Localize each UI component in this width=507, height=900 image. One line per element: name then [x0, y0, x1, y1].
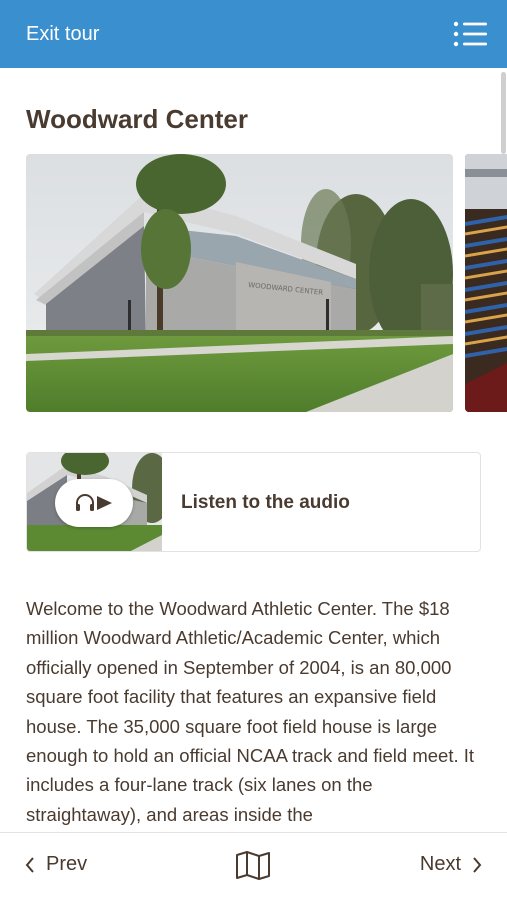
gallery-photo-arena[interactable]: [465, 154, 507, 412]
audio-thumbnail: [27, 453, 162, 551]
chevron-left-icon: [25, 856, 34, 873]
next-button[interactable]: Next: [420, 853, 483, 876]
top-bar: Exit tour: [0, 0, 507, 68]
play-audio-button[interactable]: [55, 479, 133, 527]
photo-gallery[interactable]: WOODWARD CENTER: [26, 154, 507, 412]
bottom-nav: Prev Next: [0, 832, 507, 900]
headphones-play-icon: [76, 494, 112, 511]
prev-button[interactable]: Prev: [24, 853, 87, 876]
page-title: Woodward Center: [26, 104, 248, 134]
exit-tour-button[interactable]: Exit tour: [26, 23, 99, 46]
audio-label[interactable]: Listen to the audio: [181, 492, 350, 514]
description-text: Welcome to the Woodward Athletic Center.…: [26, 598, 475, 825]
scrollbar-thumb[interactable]: [501, 72, 506, 154]
prev-label: Prev: [46, 853, 88, 875]
menu-icon[interactable]: [453, 20, 487, 48]
map-icon[interactable]: [235, 850, 271, 880]
next-label: Next: [419, 853, 461, 875]
audio-card[interactable]: Listen to the audio: [26, 452, 481, 552]
chevron-right-icon: [473, 856, 482, 873]
gallery-photo-building[interactable]: WOODWARD CENTER: [26, 154, 453, 412]
